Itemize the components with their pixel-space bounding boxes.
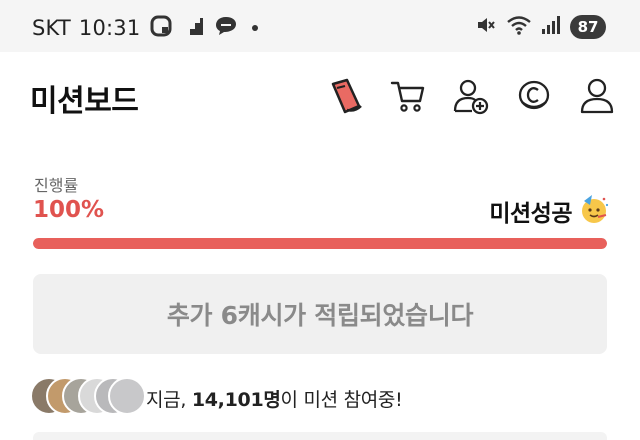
participant-count-text: 지금, 14,101명이 미션 참여중!	[146, 385, 403, 412]
participants-count: 14,101명	[191, 389, 281, 411]
add-friend-icon[interactable]	[450, 75, 492, 117]
participants-suffix: 이 미션 참여중!	[280, 389, 403, 411]
reward-message: 추가 6캐시가 적립되었습니다	[166, 301, 474, 330]
coin-icon[interactable]	[513, 75, 555, 117]
stairs-icon	[182, 15, 204, 41]
party-face-icon	[578, 193, 610, 229]
carrier-label: SKT	[32, 16, 71, 40]
progress-bar-fill	[33, 238, 607, 249]
mission-status: 미션성공	[489, 193, 610, 229]
battery-indicator: 87	[570, 15, 606, 39]
profile-icon[interactable]	[576, 75, 618, 117]
header-actions	[324, 75, 618, 117]
status-bar: SKT 10:31 87	[0, 0, 640, 52]
next-card-edge	[33, 432, 607, 440]
cart-icon[interactable]	[387, 75, 429, 117]
signal-icon	[541, 14, 561, 40]
notification-app-icon	[150, 15, 172, 41]
wifi-icon	[506, 14, 532, 40]
status-bar-right: 87	[475, 14, 606, 40]
chat-bubble-icon	[214, 15, 238, 41]
page-title: 미션보드	[30, 84, 139, 119]
reward-message-box[interactable]: 추가 6캐시가 적립되었습니다	[33, 274, 607, 354]
participant-avatars	[30, 377, 146, 417]
participants-prefix: 지금,	[146, 389, 192, 411]
progress-label: 진행률	[34, 176, 79, 195]
mission-status-text: 미션성공	[489, 201, 572, 227]
avatar	[108, 377, 146, 415]
clock-time: 10:31	[78, 16, 141, 40]
more-notifications-dot	[252, 25, 259, 31]
running-shoe-icon[interactable]	[324, 75, 366, 117]
mute-icon	[475, 14, 497, 40]
progress-bar	[33, 238, 607, 249]
progress-percent: 100%	[33, 197, 105, 223]
status-bar-left: SKT 10:31	[32, 15, 259, 41]
app-header: 미션보드	[0, 52, 640, 144]
